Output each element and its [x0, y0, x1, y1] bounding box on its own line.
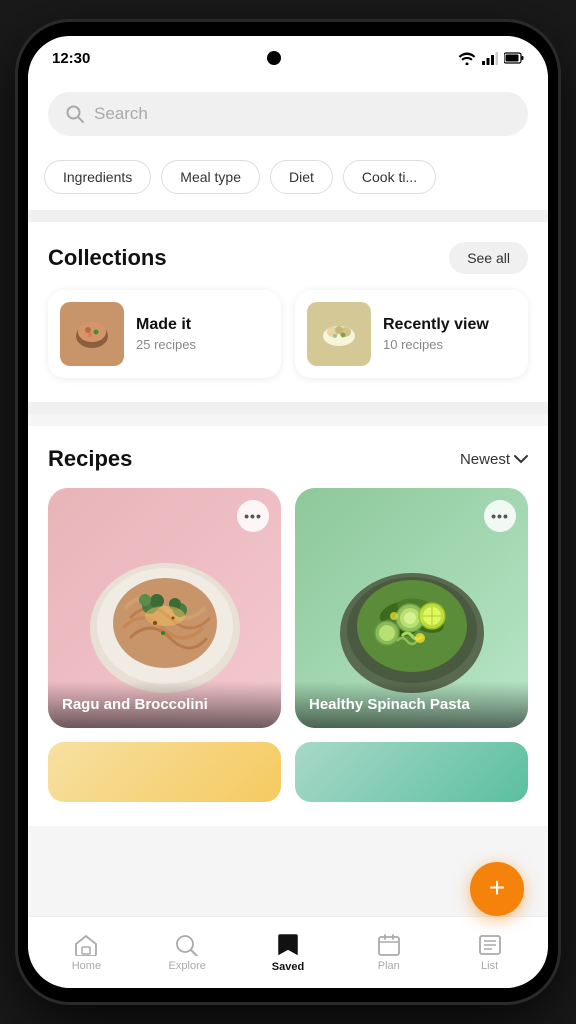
saved-icon [277, 933, 299, 957]
collection-info-made-it: Made it 25 recipes [136, 316, 269, 352]
filter-chip-diet[interactable]: Diet [270, 160, 333, 194]
collections-title: Collections [48, 245, 167, 271]
filter-chip-meal-type[interactable]: Meal type [161, 160, 260, 194]
wifi-icon [458, 51, 476, 65]
recipes-grid: ••• Ragu and Broccolini [48, 488, 528, 728]
plus-icon: + [489, 874, 505, 902]
recipes-section: Recipes Newest [28, 426, 548, 826]
plan-icon [377, 934, 401, 956]
chevron-down-icon [514, 454, 528, 464]
recipe-more-menu-ragu[interactable]: ••• [237, 500, 269, 532]
recipe-name-ragu: Ragu and Broccolini [62, 695, 267, 715]
recipe-card-partial-2[interactable] [295, 742, 528, 802]
signal-icon [482, 51, 498, 65]
filter-chip-ingredients[interactable]: Ingredients [44, 160, 151, 194]
list-icon [478, 934, 502, 956]
bottom-cards-row [48, 742, 528, 802]
camera-notch [267, 51, 281, 65]
search-bar[interactable]: Search [48, 92, 528, 136]
collections-grid: Made it 25 recipes [48, 290, 528, 378]
search-placeholder: Search [94, 104, 148, 124]
nav-item-explore[interactable]: Explore [137, 928, 238, 978]
recipe-info-ragu: Ragu and Broccolini [48, 681, 281, 729]
nav-item-saved[interactable]: Saved [238, 927, 339, 979]
status-icons [458, 51, 524, 65]
home-icon [74, 934, 98, 956]
recipe-card-ragu[interactable]: ••• Ragu and Broccolini [48, 488, 281, 728]
status-time: 12:30 [52, 50, 90, 67]
divider-1 [28, 210, 548, 222]
nav-item-home[interactable]: Home [36, 928, 137, 978]
search-section: Search [28, 80, 548, 152]
nav-label-explore: Explore [169, 960, 206, 972]
collection-card-recently-viewed[interactable]: Recently view 10 recipes [295, 290, 528, 378]
nav-label-saved: Saved [272, 961, 304, 973]
collection-card-made-it[interactable]: Made it 25 recipes [48, 290, 281, 378]
nav-label-list: List [481, 960, 498, 972]
recipe-card-partial-1[interactable] [48, 742, 281, 802]
recipes-title: Recipes [48, 446, 132, 472]
filter-chip-cook-time[interactable]: Cook ti... [343, 160, 436, 194]
collection-info-recently-viewed: Recently view 10 recipes [383, 316, 516, 352]
collection-count-recently-viewed: 10 recipes [383, 337, 516, 352]
collection-image-recently-viewed [307, 302, 371, 366]
recipe-more-menu-spinach[interactable]: ••• [484, 500, 516, 532]
recipe-info-spinach: Healthy Spinach Pasta [295, 681, 528, 729]
explore-icon [175, 934, 199, 956]
phone-frame: 12:30 [18, 22, 558, 1002]
collection-name-recently-viewed: Recently view [383, 316, 516, 334]
recipe-name-spinach: Healthy Spinach Pasta [309, 695, 514, 715]
see-all-button[interactable]: See all [449, 242, 528, 274]
nav-label-home: Home [72, 960, 101, 972]
phone-screen: 12:30 [28, 36, 548, 988]
collections-header: Collections See all [48, 242, 528, 274]
recipe-card-spinach-pasta[interactable]: ••• Healthy Spinach Pasta [295, 488, 528, 728]
filter-chips: Ingredients Meal type Diet Cook ti... [28, 152, 548, 210]
nav-label-plan: Plan [378, 960, 400, 972]
collection-name-made-it: Made it [136, 316, 269, 334]
search-icon [66, 105, 84, 123]
nav-item-list[interactable]: List [439, 928, 540, 978]
battery-icon [504, 52, 524, 64]
collection-count-made-it: 25 recipes [136, 337, 269, 352]
collections-section: Collections See all [28, 222, 548, 402]
add-recipe-button[interactable]: + [470, 862, 524, 916]
recipes-header: Recipes Newest [48, 446, 528, 472]
scroll-content: Search Ingredients Meal type Diet Cook t… [28, 80, 548, 916]
nav-item-plan[interactable]: Plan [338, 928, 439, 978]
sort-button[interactable]: Newest [460, 451, 528, 468]
collection-image-made-it [60, 302, 124, 366]
status-bar: 12:30 [28, 36, 548, 80]
divider-2 [28, 402, 548, 414]
bottom-nav: Home Explore Saved [28, 916, 548, 988]
